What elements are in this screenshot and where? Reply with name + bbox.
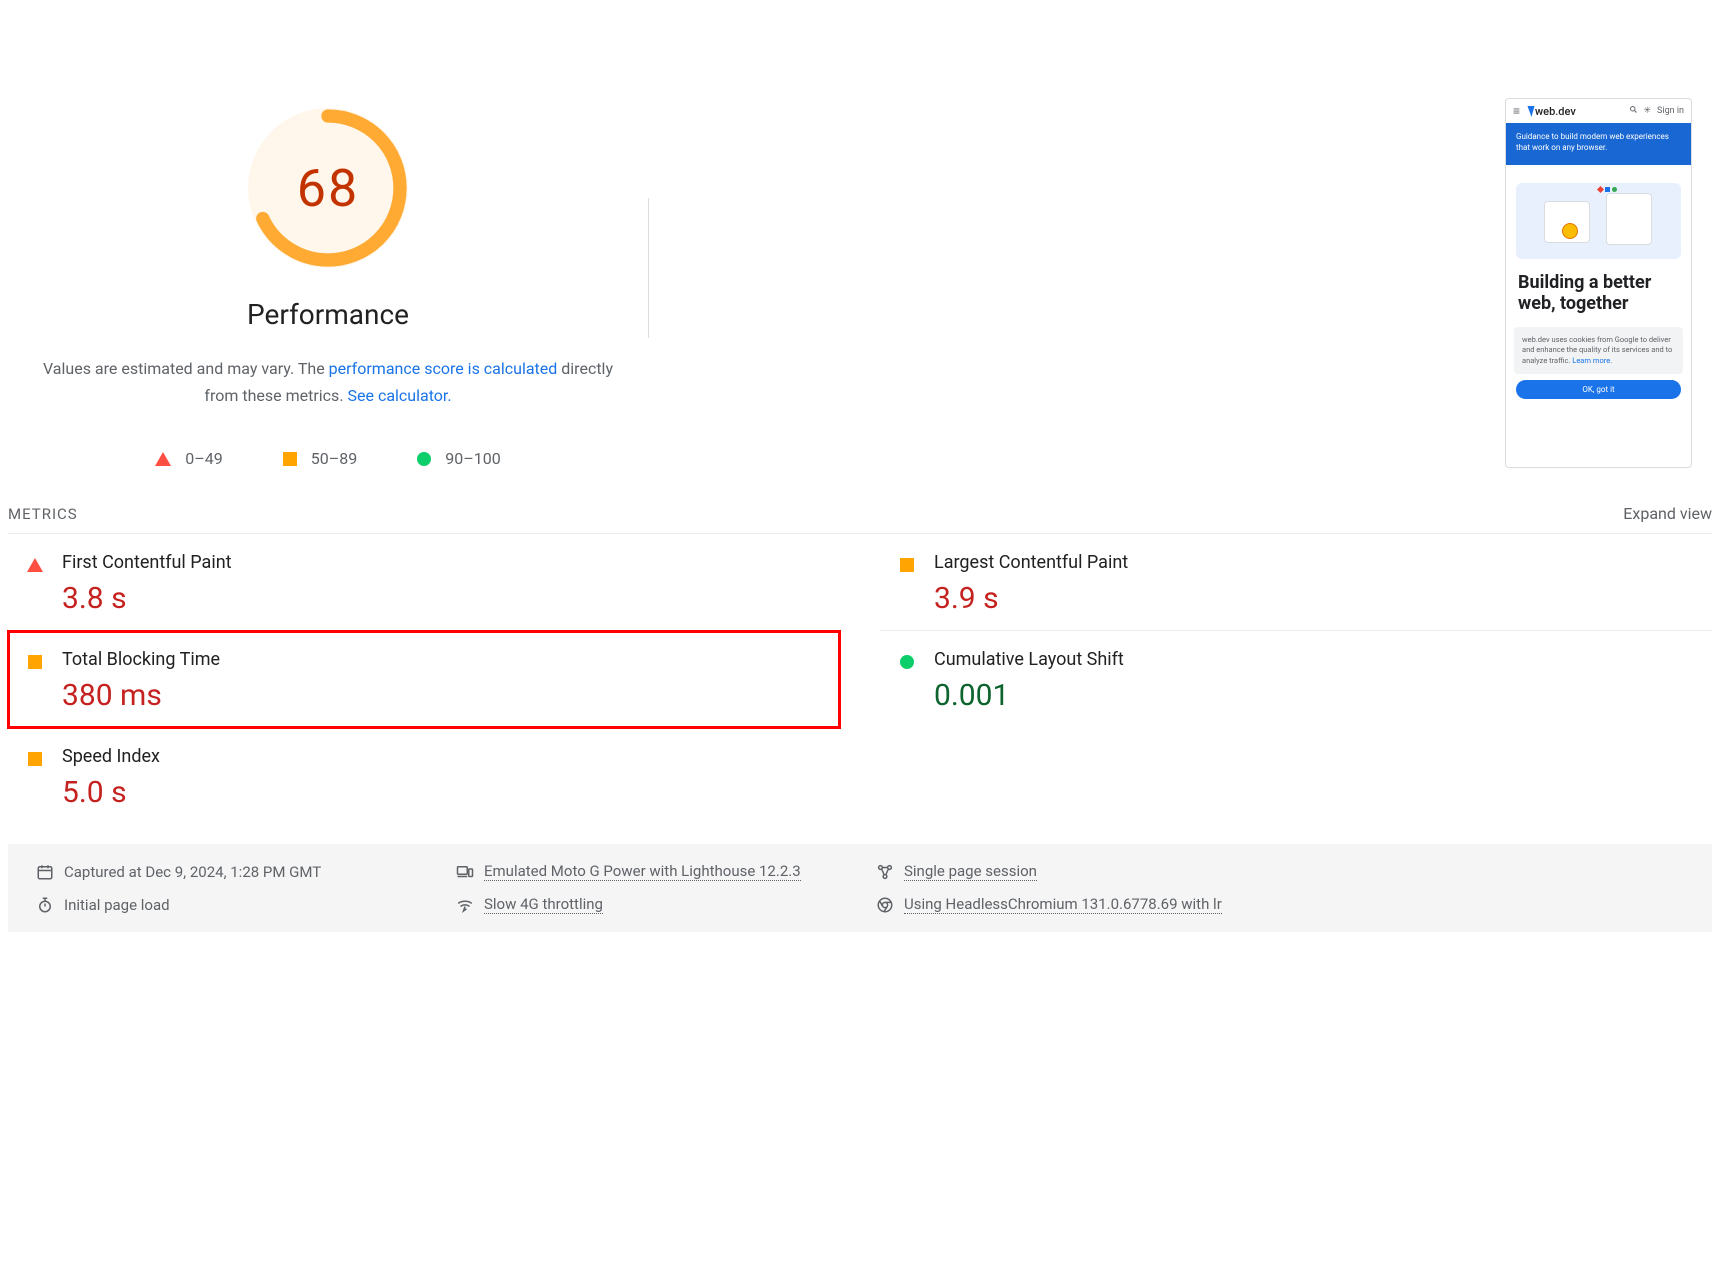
square-icon xyxy=(28,655,42,669)
footer-captured: Captured at Dec 9, 2024, 1:28 PM GMT xyxy=(36,862,456,881)
metric-row[interactable]: Cumulative Layout Shift 0.001 xyxy=(880,631,1712,727)
metric-row[interactable]: Speed Index 5.0 s xyxy=(8,728,840,824)
metric-value: 0.001 xyxy=(934,678,1124,713)
metric-label: Total Blocking Time xyxy=(62,649,220,670)
metric-label: Largest Contentful Paint xyxy=(934,552,1128,573)
metric-row[interactable]: First Contentful Paint 3.8 s xyxy=(8,534,840,631)
triangle-icon xyxy=(155,452,171,466)
circle-icon xyxy=(417,452,431,466)
chrome-icon xyxy=(876,896,894,914)
preview-banner: Guidance to build modern web experiences… xyxy=(1506,123,1691,165)
footer-session[interactable]: Single page session xyxy=(876,862,1684,881)
page-screenshot-preview: ≡ web.dev ✳ Sign in Guidance to build mo… xyxy=(1505,98,1692,468)
search-icon xyxy=(1629,105,1638,117)
footer-initial: Initial page load xyxy=(36,895,456,914)
signin-text: Sign in xyxy=(1657,106,1684,116)
metric-row[interactable]: Largest Contentful Paint 3.9 s xyxy=(880,534,1712,631)
metrics-section-title: METRICS xyxy=(8,505,78,523)
circle-icon xyxy=(900,655,914,669)
preview-illustration xyxy=(1516,183,1681,259)
network-nodes-icon xyxy=(876,863,894,881)
footer-throttling[interactable]: Slow 4G throttling xyxy=(456,895,876,914)
learn-more-link: Learn more. xyxy=(1572,356,1612,365)
network-check-icon xyxy=(456,896,474,914)
legend-fail: 0–49 xyxy=(155,449,222,468)
devices-icon xyxy=(456,863,474,881)
score-gauge: 68 xyxy=(248,108,408,268)
legend-pass: 90–100 xyxy=(417,449,500,468)
footer-emulated[interactable]: Emulated Moto G Power with Lighthouse 12… xyxy=(456,862,876,881)
score-calc-link[interactable]: performance score is calculated xyxy=(329,359,558,378)
score-legend: 0–49 50–89 90–100 xyxy=(8,449,648,468)
score-description: Values are estimated and may vary. The p… xyxy=(8,355,648,409)
preview-logo-text: web.dev xyxy=(1535,105,1576,118)
score-value: 68 xyxy=(248,108,408,268)
logo-icon xyxy=(1525,106,1535,117)
metrics-grid: First Contentful Paint 3.8 s Total Blockin… xyxy=(8,534,1712,824)
environment-footer: Captured at Dec 9, 2024, 1:28 PM GMT Emu… xyxy=(8,844,1712,932)
metric-value: 3.9 s xyxy=(934,581,1128,616)
square-icon xyxy=(28,752,42,766)
metric-value: 380 ms xyxy=(62,678,220,713)
triangle-icon xyxy=(27,558,43,572)
footer-chromium[interactable]: Using HeadlessChromium 131.0.6778.69 wit… xyxy=(876,895,1684,914)
metric-label: Cumulative Layout Shift xyxy=(934,649,1124,670)
preview-ok-button: OK, got it xyxy=(1516,380,1681,399)
metric-label: Speed Index xyxy=(62,746,160,767)
legend-average: 50–89 xyxy=(283,449,357,468)
see-calculator-link[interactable]: See calculator. xyxy=(348,386,452,405)
metric-value: 5.0 s xyxy=(62,775,160,810)
expand-view-toggle[interactable]: Expand view xyxy=(1623,504,1712,523)
metrics-column-left: First Contentful Paint 3.8 s Total Blockin… xyxy=(8,534,840,824)
metrics-column-right: Largest Contentful Paint 3.9 s Cumulative … xyxy=(880,534,1712,824)
performance-score-panel: 68 Performance Values are estimated and … xyxy=(8,8,648,468)
brightness-icon: ✳ xyxy=(1644,106,1652,116)
metric-row[interactable]: Total Blocking Time 380 ms xyxy=(8,631,840,728)
menu-icon: ≡ xyxy=(1513,104,1520,118)
desc-text: Values are estimated and may vary. The xyxy=(43,359,329,378)
calendar-icon xyxy=(36,863,54,881)
metric-value: 3.8 s xyxy=(62,581,232,616)
square-icon xyxy=(283,452,297,466)
preview-cookie-notice: web.dev uses cookies from Google to deli… xyxy=(1514,327,1683,375)
score-title: Performance xyxy=(8,298,648,331)
stopwatch-icon xyxy=(36,896,54,914)
square-icon xyxy=(900,558,914,572)
preview-headline: Building a better web, together xyxy=(1506,273,1691,326)
metric-label: First Contentful Paint xyxy=(62,552,232,573)
